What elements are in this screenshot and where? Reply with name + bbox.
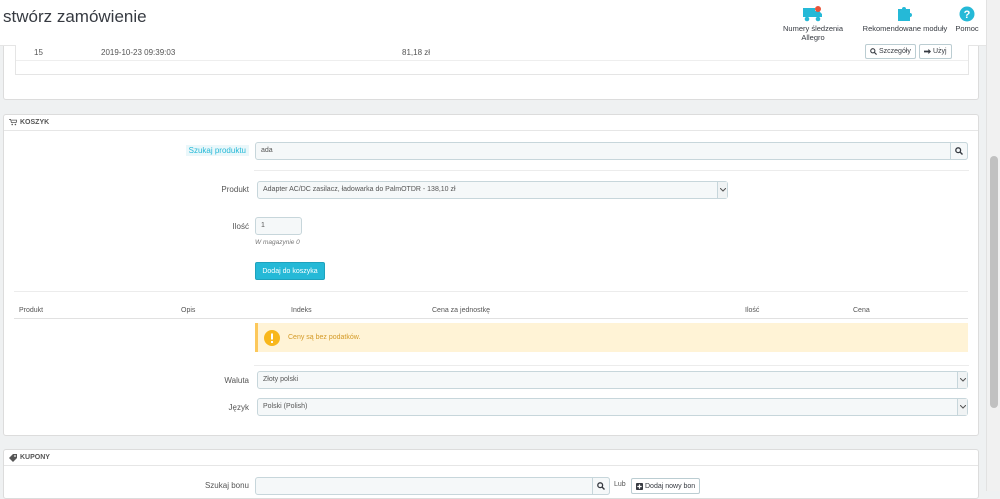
- vouchers-panel: KUPONY Szukaj bonu Lub Dodaj nowy bon: [3, 449, 979, 499]
- order-use-label: Użyj: [933, 48, 947, 55]
- currency-select[interactable]: Złoty polski: [257, 371, 968, 389]
- cart-heading-text: KOSZYK: [20, 119, 50, 126]
- column-header-description: Opis: [181, 307, 196, 314]
- scrollbar-thumb[interactable]: [990, 156, 998, 408]
- divider: [14, 318, 968, 319]
- column-header-price: Cena: [853, 307, 870, 314]
- product-select[interactable]: Adapter AC/DC zasilacz, ładowarka do Pal…: [257, 181, 728, 199]
- cart-icon: [9, 119, 17, 126]
- tax-notice-text: Ceny są bez podatków.: [288, 334, 361, 341]
- help-icon: ?: [952, 2, 982, 22]
- divider: [254, 365, 969, 366]
- order-date: 2019-10-23 09:39:03: [101, 48, 176, 57]
- column-header-index: Indeks: [291, 307, 312, 314]
- search-icon: [955, 147, 963, 155]
- search-voucher-label: Szukaj bonu: [204, 481, 249, 490]
- order-use-button[interactable]: Użyj: [919, 44, 952, 59]
- tag-icon: [9, 453, 17, 462]
- allegro-tracking-label: Numery śledzenia Allegro: [782, 24, 844, 42]
- currency-select-value: Złoty polski: [263, 376, 299, 383]
- chevron-down-icon: [957, 399, 967, 415]
- warning-icon: [264, 329, 280, 346]
- order-total: 81,18 zł: [402, 48, 431, 57]
- orders-table: 15 2019-10-23 09:39:03 81,18 zł: [15, 45, 969, 75]
- recommended-modules-button[interactable]: Rekomendowane moduły: [860, 2, 950, 33]
- column-header-quantity: Ilość: [745, 307, 760, 314]
- vouchers-heading-text: KUPONY: [20, 454, 50, 461]
- orders-panel: 15 2019-10-23 09:39:03 81,18 zł Szczegół…: [3, 44, 979, 100]
- help-button[interactable]: ? Pomoc: [952, 2, 982, 33]
- search-product-label-text: Szukaj produktu: [185, 145, 249, 156]
- cart-panel: KOSZYK Szukaj produktu ada Produkt Adapt…: [3, 114, 979, 436]
- column-header-product: Produkt: [19, 307, 44, 314]
- chevron-down-icon: [717, 182, 727, 198]
- truck-icon: [771, 2, 855, 22]
- vouchers-heading: KUPONY: [4, 450, 978, 466]
- recommended-modules-label: Rekomendowane moduły: [862, 24, 948, 33]
- tax-notice-alert: Ceny są bez podatków.: [255, 323, 968, 352]
- search-product-input[interactable]: ada: [255, 142, 968, 160]
- search-product-value: ada: [261, 147, 273, 154]
- allegro-tracking-button[interactable]: Numery śledzenia Allegro: [771, 2, 855, 42]
- quantity-input[interactable]: 1: [255, 217, 302, 235]
- puzzle-icon: [860, 2, 950, 22]
- page-header: stwórz zamówienie Numery śledzenia Alleg…: [0, 0, 986, 46]
- currency-label: Waluta: [224, 376, 249, 385]
- divider: [254, 170, 969, 171]
- svg-text:?: ?: [964, 9, 971, 21]
- search-icon: [597, 482, 605, 490]
- order-details-label: Szczegóły: [879, 48, 911, 55]
- quantity-label: Ilość: [232, 222, 249, 231]
- quantity-value: 1: [261, 222, 265, 229]
- add-voucher-label: Dodaj nowy bon: [645, 482, 696, 490]
- divider: [14, 291, 968, 292]
- column-header-unit-price: Cena za jednostkę: [432, 307, 490, 314]
- search-voucher-button[interactable]: [592, 477, 610, 495]
- help-label: Pomoc: [955, 24, 979, 33]
- language-label: Język: [228, 403, 249, 412]
- cart-heading: KOSZYK: [4, 115, 978, 131]
- page-title: stwórz zamówienie: [3, 7, 147, 26]
- plus-square-icon: [636, 482, 643, 490]
- product-label: Produkt: [221, 185, 249, 194]
- language-select-value: Polski (Polish): [263, 403, 308, 410]
- product-select-value: Adapter AC/DC zasilacz, ładowarka do Pal…: [263, 186, 456, 193]
- or-text: Lub: [614, 481, 626, 488]
- stock-text: W magazynie 0: [255, 239, 300, 246]
- add-voucher-button[interactable]: Dodaj nowy bon: [631, 478, 701, 494]
- arrow-right-icon: [924, 48, 931, 55]
- add-to-cart-button[interactable]: Dodaj do koszyka: [255, 262, 325, 280]
- search-product-label: Szukaj produktu: [134, 145, 249, 156]
- chevron-down-icon: [957, 372, 967, 388]
- add-to-cart-label: Dodaj do koszyka: [262, 267, 318, 275]
- search-icon: [870, 48, 877, 55]
- language-select[interactable]: Polski (Polish): [257, 398, 968, 416]
- page-scrollbar[interactable]: [986, 0, 1000, 491]
- order-id: 15: [34, 48, 43, 57]
- table-row: 15 2019-10-23 09:39:03 81,18 zł: [16, 45, 968, 61]
- search-product-button[interactable]: [950, 142, 968, 160]
- order-details-button[interactable]: Szczegóły: [865, 44, 916, 59]
- search-voucher-input[interactable]: [255, 477, 610, 495]
